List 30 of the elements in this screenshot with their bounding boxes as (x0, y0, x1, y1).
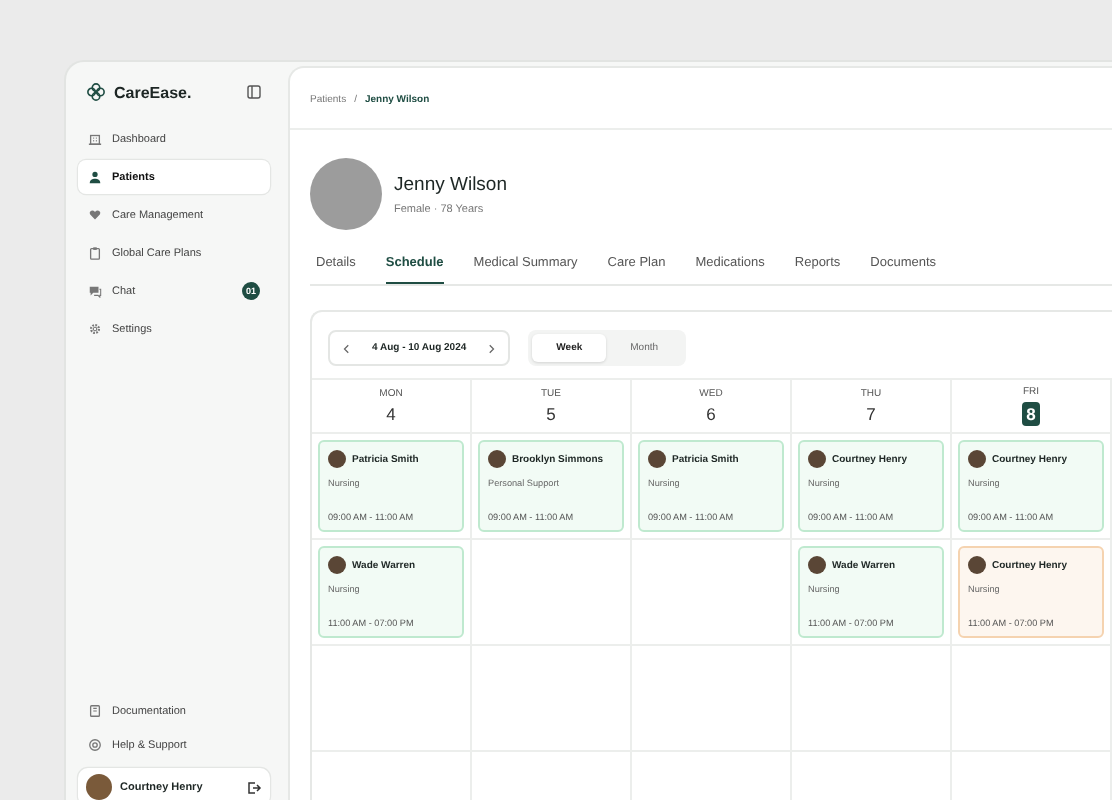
chat-icon (88, 284, 102, 298)
brand-name: CareEase. (114, 83, 194, 101)
settings-icon (88, 322, 102, 336)
clipboard-icon (88, 246, 102, 260)
patient-name: Jenny Wilson (394, 173, 507, 195)
user-avatar (86, 774, 112, 800)
chevron-left-icon[interactable] (342, 343, 352, 353)
logo-icon (86, 82, 106, 102)
day-number: 6 (706, 404, 716, 424)
carer-avatar (328, 556, 346, 574)
day-number: 7 (866, 404, 876, 424)
building-icon (88, 132, 102, 146)
chevron-right-icon[interactable] (486, 343, 497, 353)
sidebar-toggle-icon[interactable] (246, 84, 262, 100)
day-number: 8 (1022, 402, 1040, 426)
carer-avatar (488, 450, 506, 468)
patient-photo-placeholder (310, 158, 382, 230)
carer-avatar (808, 556, 826, 574)
carer-avatar (328, 450, 346, 468)
logout-icon[interactable] (246, 779, 262, 795)
carer-avatar (648, 450, 666, 468)
day-number: 4 (386, 404, 396, 424)
person-icon (88, 170, 102, 184)
carer-avatar (968, 450, 986, 468)
heart-icon (88, 208, 102, 222)
carer-avatar (968, 556, 986, 574)
day-number: 5 (546, 404, 556, 424)
carer-avatar (808, 450, 826, 468)
book-icon (88, 704, 102, 718)
lifebuoy-icon (88, 738, 102, 752)
